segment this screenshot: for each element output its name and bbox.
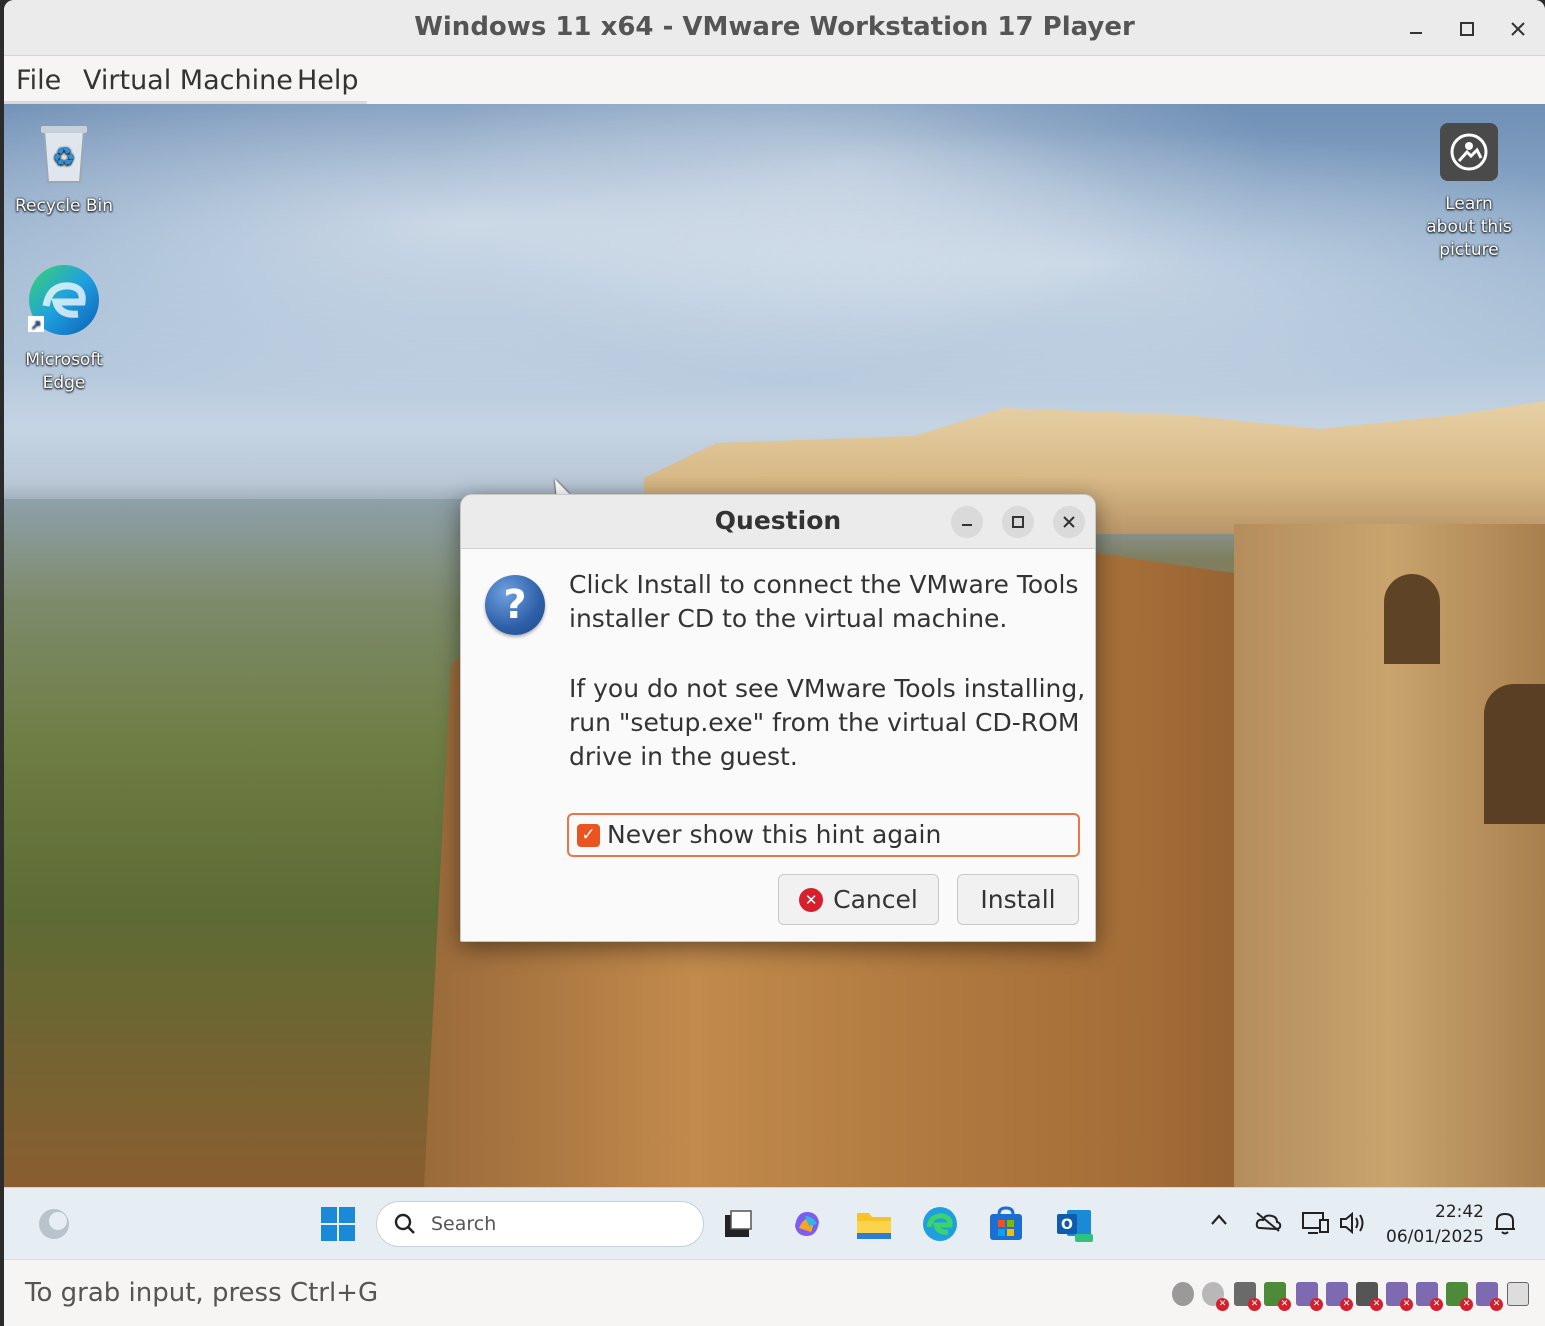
maximize-icon	[1012, 516, 1024, 528]
chevron-up-icon	[1211, 1214, 1227, 1225]
desktop-icon-label: Learn about this picture	[1426, 194, 1512, 260]
store-button[interactable]	[986, 1204, 1026, 1244]
close-icon	[1063, 516, 1075, 528]
vmware-player-window: Windows 11 x64 - VMware Workstation 17 P…	[4, 0, 1545, 1326]
minimize-icon	[962, 524, 972, 526]
start-button[interactable]	[318, 1204, 358, 1244]
maximize-button[interactable]	[1452, 14, 1482, 44]
onedrive-icon	[1255, 1212, 1282, 1232]
dialog-minimize-button[interactable]	[951, 506, 983, 538]
notification-button[interactable]	[1492, 1210, 1518, 1242]
install-button-label: Install	[980, 885, 1056, 914]
cancel-button-label: Cancel	[833, 885, 918, 914]
harddisk-device-icon[interactable]	[1172, 1282, 1194, 1306]
onedrive-tray-button[interactable]	[1254, 1210, 1282, 1240]
usb-device-icon[interactable]: ✕	[1416, 1282, 1443, 1311]
file-explorer-button[interactable]	[854, 1204, 894, 1244]
search-placeholder: Search	[431, 1213, 497, 1235]
start-icon	[321, 1207, 355, 1241]
message-log-icon[interactable]	[1507, 1282, 1529, 1306]
usb-device-icon[interactable]: ✕	[1326, 1282, 1353, 1311]
floppy-device-icon[interactable]: ✕	[1234, 1282, 1261, 1311]
close-icon	[1511, 22, 1525, 36]
recycle-bin-icon: ♻	[41, 126, 87, 183]
svg-text:↗: ↗	[31, 318, 42, 333]
vmware-statusbar: To grab input, press Ctrl+G ✕ ✕ ✕ ✕ ✕ ✕ …	[4, 1259, 1545, 1326]
dialog-message-primary: Click Install to connect the VMware Tool…	[569, 570, 1079, 633]
svg-text:♻: ♻	[52, 143, 75, 173]
wallpaper-arch	[1484, 684, 1545, 824]
cdrom-device-icon[interactable]: ✕	[1202, 1282, 1229, 1311]
menu-virtual-machine[interactable]: Virtual Machine	[83, 65, 293, 96]
dialog-message-secondary: If you do not see VMware Tools installin…	[569, 674, 1086, 771]
minimize-icon	[1410, 32, 1422, 34]
cancel-button[interactable]: ✕ Cancel	[778, 874, 939, 925]
wallpaper-arch	[1384, 574, 1440, 664]
checkbox-label: Never show this hint again	[607, 820, 942, 849]
clock-date: 06/01/2025	[1386, 1227, 1484, 1247]
desktop-icon-learn-picture[interactable]: Learn about this picture	[1414, 122, 1524, 262]
question-dialog: Question ? Click Install to connect the …	[460, 494, 1096, 942]
desktop-icon-label: Microsoft Edge	[25, 350, 103, 393]
clock-time: 22:42	[1435, 1202, 1484, 1222]
network-adapter-device-icon[interactable]: ✕	[1446, 1282, 1473, 1311]
copilot-button[interactable]	[787, 1204, 827, 1244]
guest-taskbar: Search O 22:42 06/01/2025	[4, 1187, 1545, 1259]
task-view-button[interactable]	[718, 1204, 758, 1244]
edge-icon: ↗	[28, 265, 99, 335]
question-icon: ?	[485, 575, 545, 635]
menu-help[interactable]: Help	[297, 65, 359, 96]
outlook-icon: O	[1057, 1210, 1093, 1242]
minimize-button[interactable]	[1401, 14, 1431, 44]
wireless-device-icon[interactable]: ✕	[1356, 1282, 1383, 1311]
store-icon	[990, 1206, 1022, 1240]
network-tray-button[interactable]	[1300, 1210, 1330, 1242]
widgets-icon	[39, 1209, 69, 1239]
menubar: File Virtual Machine Help	[4, 57, 1545, 104]
grab-input-hint: To grab input, press Ctrl+G	[25, 1278, 379, 1308]
taskbar-search-box[interactable]: Search	[376, 1201, 704, 1247]
notification-icon	[1495, 1212, 1515, 1235]
desktop-icon-edge[interactable]: ↗ Microsoft Edge	[14, 262, 114, 395]
taskbar-clock[interactable]: 22:42 06/01/2025	[1384, 1200, 1484, 1250]
copilot-icon	[795, 1212, 819, 1236]
usb-device-icon[interactable]: ✕	[1386, 1282, 1413, 1311]
edge-taskbar-button[interactable]	[920, 1204, 960, 1244]
install-button[interactable]: Install	[957, 874, 1079, 925]
network-icon	[1302, 1212, 1329, 1234]
widgets-button[interactable]	[34, 1204, 74, 1244]
never-show-hint-checkbox[interactable]: ✓ Never show this hint again	[567, 813, 1080, 857]
close-button[interactable]	[1503, 14, 1533, 44]
task-view-icon	[725, 1210, 752, 1237]
wallpaper-valley	[4, 499, 464, 1187]
volume-tray-button[interactable]	[1338, 1210, 1368, 1242]
outlook-button[interactable]: O	[1054, 1204, 1094, 1244]
tray-overflow-button[interactable]	[1209, 1210, 1229, 1236]
cancel-icon: ✕	[799, 887, 824, 912]
usb-device-icon[interactable]: ✕	[1296, 1282, 1323, 1311]
window-title: Windows 11 x64 - VMware Workstation 17 P…	[414, 12, 1135, 42]
desktop-icon-recycle-bin[interactable]: ♻ Recycle Bin	[14, 122, 114, 218]
dialog-close-button[interactable]	[1053, 506, 1085, 538]
learn-picture-icon	[1440, 123, 1498, 181]
network-adapter-device-icon[interactable]: ✕	[1264, 1282, 1291, 1311]
volume-icon	[1340, 1211, 1364, 1235]
window-titlebar[interactable]: Windows 11 x64 - VMware Workstation 17 P…	[4, 0, 1545, 56]
desktop-icon-label: Recycle Bin	[14, 196, 113, 216]
maximize-icon	[1460, 22, 1474, 36]
dialog-title: Question	[714, 506, 842, 535]
usb-device-icon[interactable]: ✕	[1476, 1282, 1503, 1311]
checkbox-checked-icon: ✓	[577, 824, 600, 847]
menu-file[interactable]: File	[16, 65, 61, 96]
dialog-maximize-button[interactable]	[1002, 506, 1034, 538]
file-explorer-icon	[857, 1213, 891, 1239]
search-icon	[394, 1213, 415, 1234]
svg-text:O: O	[1061, 1217, 1073, 1233]
dialog-titlebar[interactable]: Question	[461, 495, 1095, 549]
edge-icon	[923, 1207, 957, 1241]
